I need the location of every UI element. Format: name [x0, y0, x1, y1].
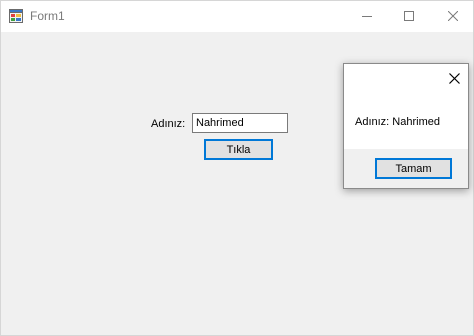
title-bar[interactable]: Form1: [1, 1, 473, 32]
maximize-icon: [404, 8, 414, 26]
form-app-icon: [9, 9, 23, 23]
tikla-button-label: Tıkla: [226, 143, 251, 156]
name-input[interactable]: [192, 113, 288, 133]
close-button[interactable]: [433, 1, 473, 32]
close-icon: [447, 8, 459, 26]
tikla-button[interactable]: Tıkla: [204, 139, 273, 160]
tamam-button[interactable]: Tamam: [375, 158, 452, 179]
message-box-dialog: Adınız: Nahrimed Tamam: [343, 63, 469, 189]
window-title: Form1: [30, 9, 65, 23]
maximize-button[interactable]: [389, 1, 429, 32]
minimize-icon: [362, 8, 372, 26]
main-window: Form1 Adınız: Nahrimed Tıkla Adınız: Nah…: [0, 0, 474, 336]
tamam-button-label: Tamam: [395, 162, 432, 175]
dialog-close-button[interactable]: [444, 70, 464, 90]
close-icon: [448, 71, 460, 89]
dialog-button-bar: Tamam: [344, 149, 468, 188]
message-text: Adınız: Nahrimed: [355, 116, 440, 128]
name-label: Adınız:: [151, 118, 186, 130]
minimize-button[interactable]: [347, 1, 387, 32]
